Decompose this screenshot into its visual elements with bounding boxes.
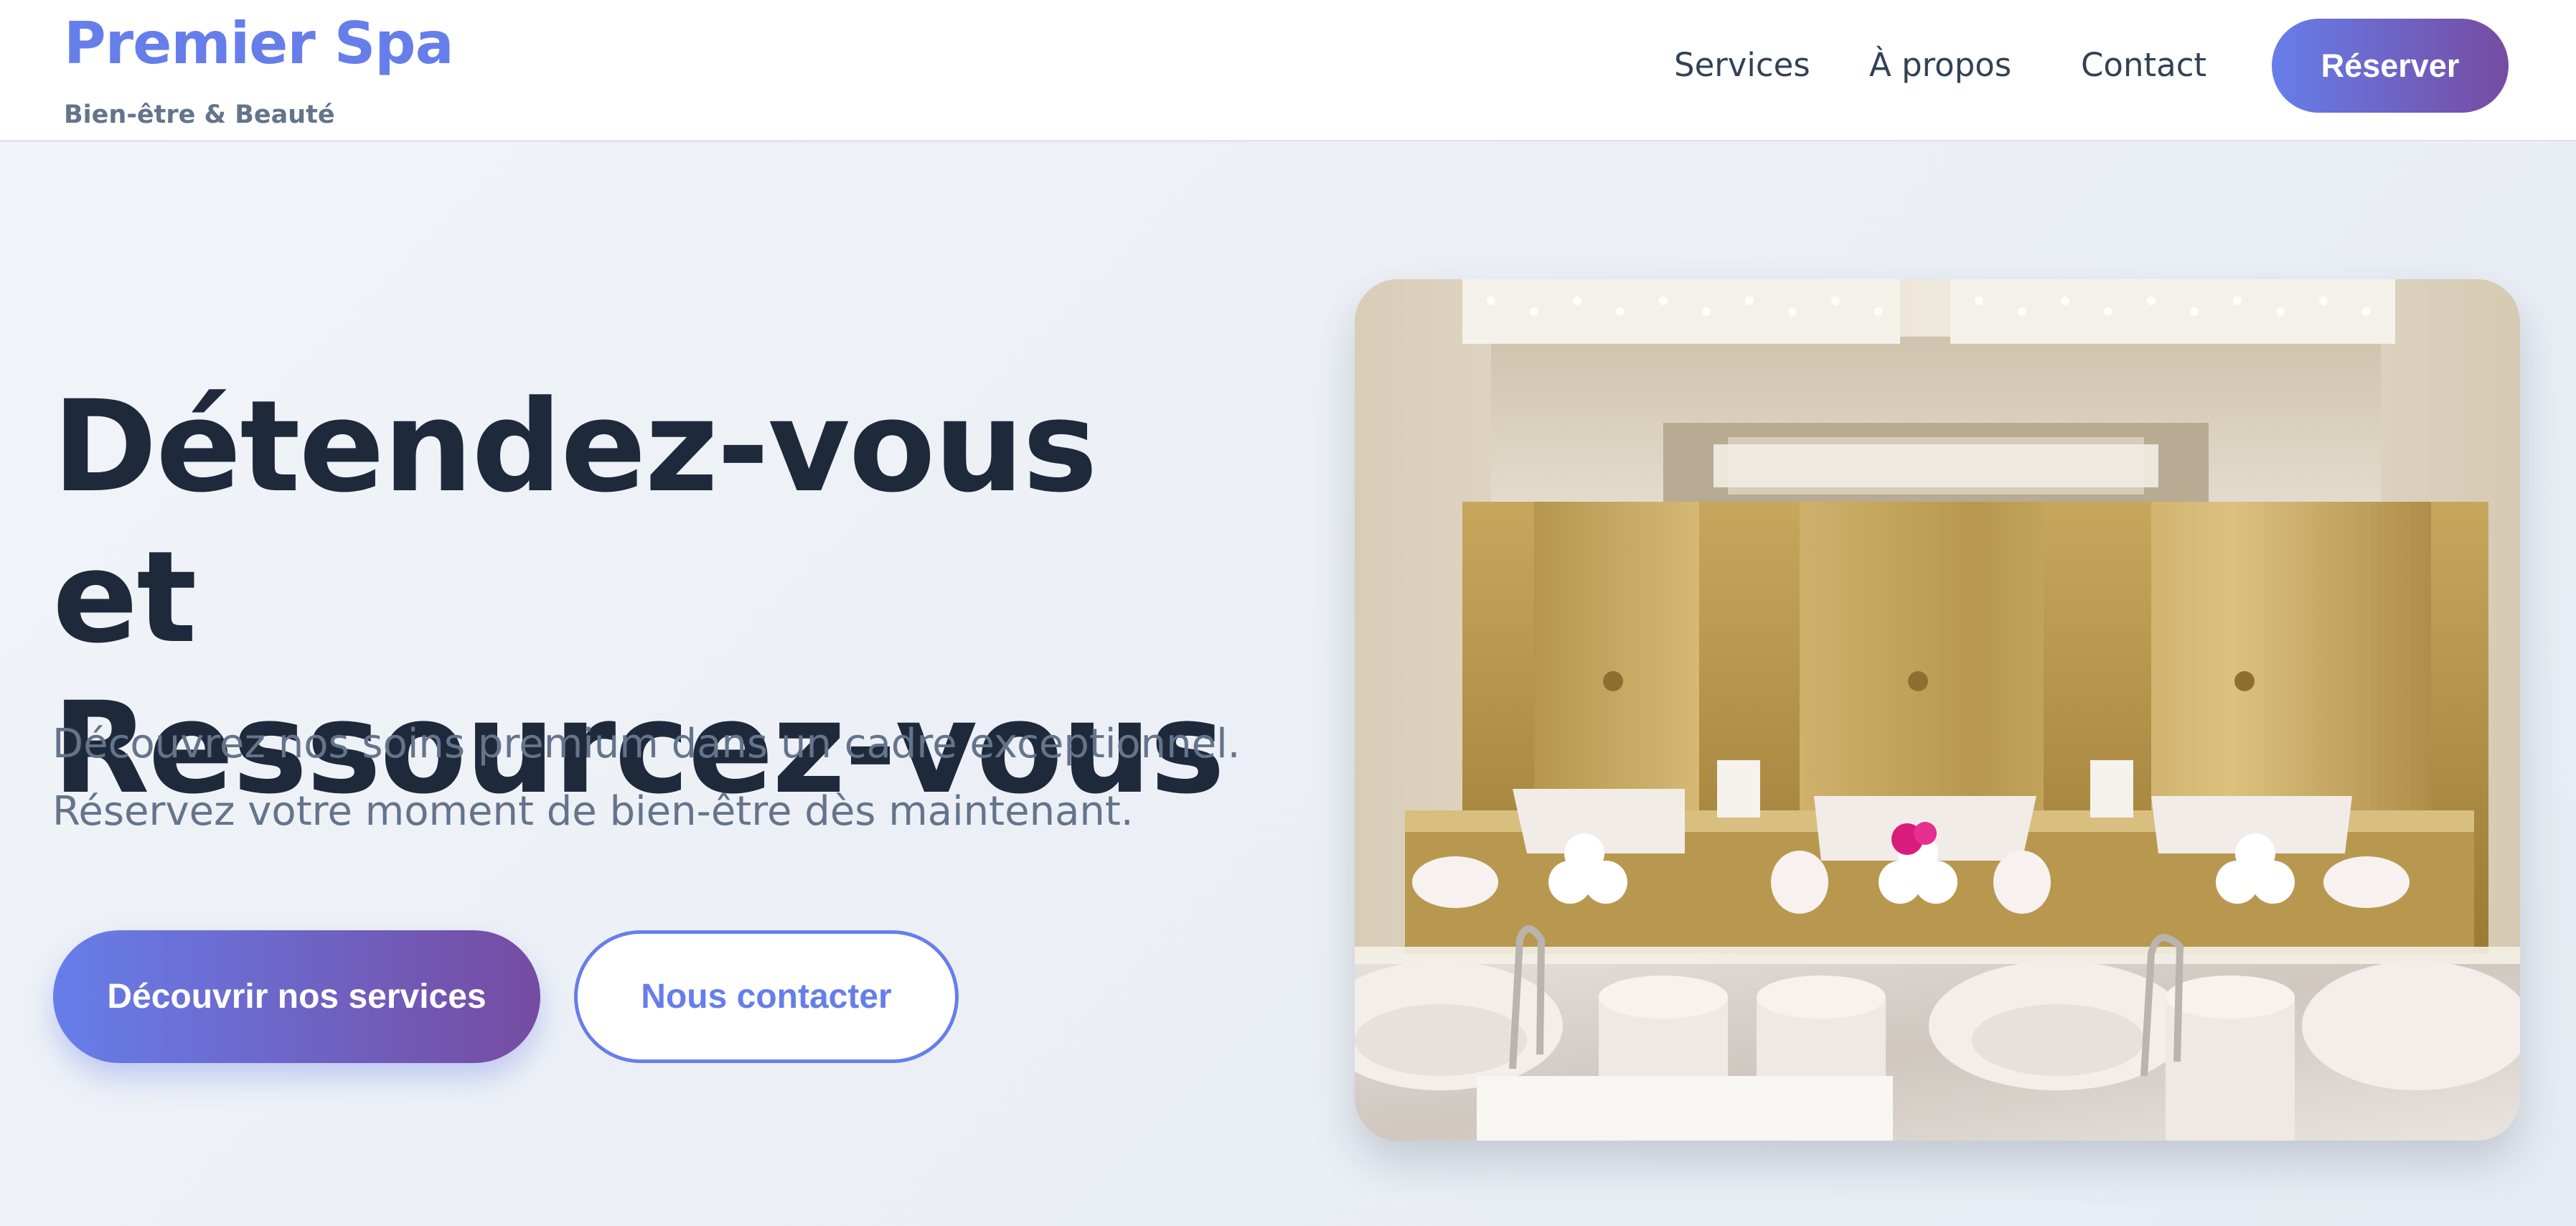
contact-us-button[interactable]: Nous contacter — [574, 930, 959, 1063]
nav-link-contact[interactable]: Contact — [2081, 46, 2206, 84]
brand-subtitle: Bien-être & Beauté — [64, 100, 335, 129]
discover-services-button[interactable]: Découvrir nos services — [53, 930, 540, 1063]
hero-title-line-1: Détendez-vous et — [52, 373, 1098, 671]
hero-description-line-2: Réservez votre moment de bien-être dès m… — [52, 788, 1134, 835]
hero-description-line-1: Découvrez nos soins premium dans un cadr… — [52, 721, 1241, 767]
nav-link-about[interactable]: À propos — [1869, 46, 2011, 84]
hero-description: Découvrez nos soins premium dans un cadr… — [52, 711, 1272, 846]
brand-title[interactable]: Premier Spa — [64, 10, 454, 77]
spa-hero-image — [1355, 279, 2520, 1141]
site-header: Premier Spa Bien-être & Beauté Services … — [0, 0, 2576, 141]
spa-pedicure-chairs-illustration — [1355, 279, 2520, 1141]
nav-link-services[interactable]: Services — [1674, 46, 1810, 84]
reserve-button[interactable]: Réserver — [2272, 19, 2509, 113]
